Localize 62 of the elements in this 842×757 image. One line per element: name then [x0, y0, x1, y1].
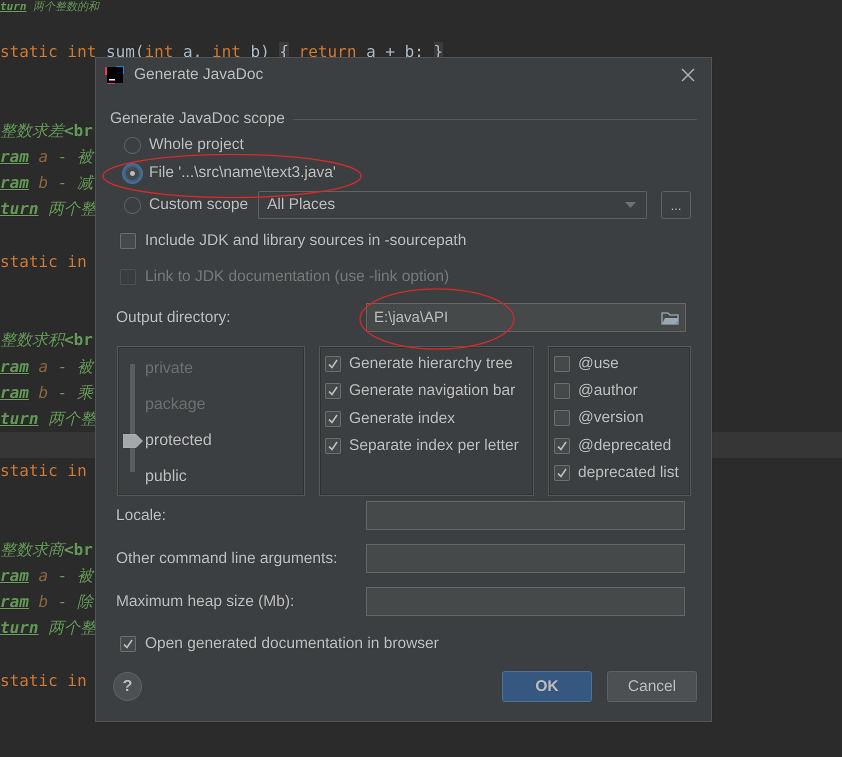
- checkbox-label[interactable]: Open generated documentation in browser: [145, 635, 439, 653]
- checkbox[interactable]: [325, 438, 341, 454]
- folder-icon[interactable]: [661, 310, 679, 324]
- checkbox[interactable]: [554, 410, 570, 426]
- code-line: static in: [0, 670, 87, 692]
- field-label: Other command line arguments:: [116, 550, 338, 568]
- input-field[interactable]: [366, 587, 685, 616]
- checkbox-label[interactable]: Generate navigation bar: [349, 382, 516, 400]
- directory-field[interactable]: E:\java\API: [366, 303, 686, 332]
- field-label: Output directory:: [116, 308, 232, 326]
- caret-icon: [625, 202, 636, 208]
- help-button[interactable]: ?: [113, 672, 142, 701]
- visibility-label[interactable]: protected: [145, 432, 212, 450]
- code-line: 整数求差<br: [0, 120, 93, 142]
- radio-label[interactable]: Whole project: [149, 136, 244, 154]
- code-line: 整数求商<br: [0, 538, 93, 561]
- checkbox-label[interactable]: @deprecated: [578, 436, 672, 455]
- checkbox-label[interactable]: @use: [578, 354, 619, 373]
- browse-button[interactable]: ...: [661, 191, 692, 219]
- code-line: turn 两个整数的和: [0, 0, 100, 13]
- code-line: ram a - 被: [0, 565, 94, 588]
- radio-button[interactable]: [124, 164, 141, 182]
- checkbox[interactable]: [325, 356, 341, 372]
- code-line: static in: [0, 250, 87, 273]
- code-line: ram a - 被: [0, 146, 94, 168]
- code-line: ram a - 被: [0, 356, 94, 378]
- close-icon[interactable]: [681, 68, 695, 82]
- checkbox-label[interactable]: Generate hierarchy tree: [349, 354, 513, 373]
- code-line: 整数求积<br: [0, 329, 93, 352]
- checkbox-label[interactable]: deprecated list: [578, 464, 679, 482]
- dialog-title: Generate JavaDoc: [134, 66, 264, 84]
- checkbox-label[interactable]: @author: [578, 382, 638, 400]
- checkbox-label[interactable]: @version: [578, 409, 644, 428]
- code-line: ram b - 减: [0, 172, 94, 194]
- radio-button[interactable]: [124, 196, 141, 214]
- input-field[interactable]: [366, 501, 685, 530]
- cancel-button[interactable]: Cancel: [607, 671, 697, 702]
- code-line: static in: [0, 460, 87, 482]
- checkbox[interactable]: [554, 438, 570, 454]
- checkbox-label[interactable]: Generate index: [349, 410, 455, 428]
- input-field[interactable]: [366, 544, 685, 573]
- ok-button[interactable]: OK: [502, 671, 592, 702]
- slider-thumb[interactable]: [122, 433, 144, 449]
- code-line: ram b - 乘: [0, 382, 94, 404]
- checkbox[interactable]: [325, 383, 341, 400]
- checkbox[interactable]: [120, 233, 136, 249]
- checkbox[interactable]: [554, 383, 570, 400]
- app-logo-icon: [105, 65, 125, 85]
- field-label: Locale:: [116, 506, 167, 524]
- checkbox-label[interactable]: Include JDK and library sources in -sourcepath: [145, 232, 466, 250]
- checkbox[interactable]: [554, 356, 570, 372]
- dropdown[interactable]: All Places: [258, 191, 648, 219]
- section-heading: Generate JavaDoc scope: [110, 110, 285, 128]
- visibility-label[interactable]: public: [145, 468, 187, 486]
- checkbox[interactable]: [120, 636, 136, 652]
- checkbox[interactable]: [325, 410, 341, 427]
- radio-label[interactable]: Custom scope: [149, 196, 248, 214]
- field-label: Maximum heap size (Mb):: [116, 592, 296, 610]
- checkbox-label[interactable]: Separate index per letter: [349, 437, 519, 456]
- checkbox[interactable]: [554, 465, 570, 482]
- radio-button[interactable]: [124, 136, 141, 154]
- code-line: ram b - 除: [0, 591, 94, 614]
